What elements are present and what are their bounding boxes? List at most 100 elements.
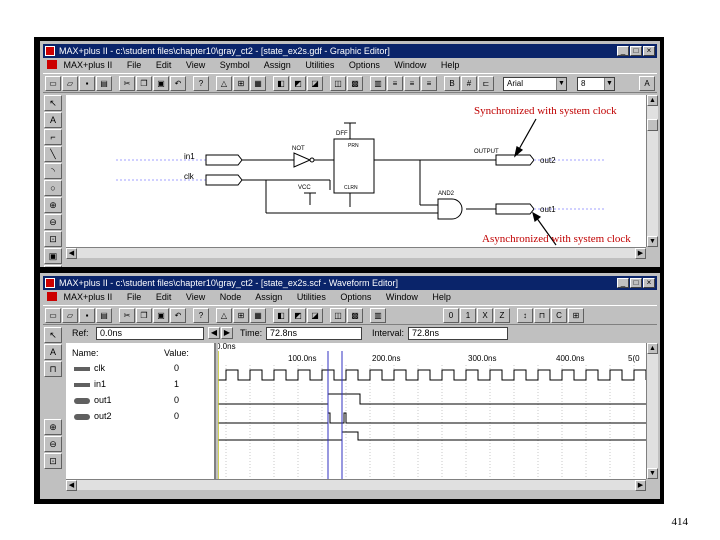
menu-assign[interactable]: Assign bbox=[264, 60, 291, 70]
size-combo[interactable]: 8 ▼ bbox=[577, 77, 615, 91]
project-save-icon[interactable]: ◧ bbox=[273, 308, 289, 323]
hierarchy-icon[interactable]: ⊞ bbox=[233, 308, 249, 323]
next-transition-icon[interactable]: ▶ bbox=[221, 327, 233, 339]
save-icon[interactable]: ▪ bbox=[79, 76, 95, 91]
chevron-down-icon[interactable]: ▼ bbox=[604, 78, 614, 90]
programmer-icon[interactable]: ▩ bbox=[347, 308, 363, 323]
not-gate[interactable]: NOT bbox=[292, 146, 315, 168]
and-gate[interactable]: AND2 bbox=[437, 191, 463, 220]
scroll-thumb[interactable] bbox=[647, 119, 658, 131]
floorplan-icon[interactable]: ▦ bbox=[250, 308, 266, 323]
interval-field[interactable]: 72.8ns bbox=[408, 327, 508, 340]
font-combo[interactable]: Arial ▼ bbox=[503, 77, 567, 91]
scroll-down-icon[interactable]: ▼ bbox=[647, 236, 658, 247]
print-icon[interactable]: ▤ bbox=[96, 76, 112, 91]
bold-icon[interactable]: B bbox=[444, 76, 460, 91]
align-left-icon[interactable]: ≡ bbox=[387, 76, 403, 91]
orthogonal-line-icon[interactable]: ⌐ bbox=[44, 129, 62, 145]
fit-in-window-icon[interactable]: ⊡ bbox=[44, 231, 62, 247]
cut-icon[interactable]: ✂ bbox=[119, 76, 135, 91]
scroll-right-icon[interactable]: ▶ bbox=[635, 480, 646, 491]
menu-maxplus[interactable]: MAX+plus II bbox=[64, 60, 113, 70]
waveform-editor-titlebar[interactable]: MAX+plus II - c:\student files\chapter10… bbox=[43, 276, 657, 290]
print-icon[interactable]: ▤ bbox=[96, 308, 112, 323]
hierarchy-display-icon[interactable]: ▥ bbox=[370, 308, 386, 323]
scroll-down-icon[interactable]: ▼ bbox=[647, 468, 658, 479]
minimize-button[interactable]: _ bbox=[617, 46, 629, 56]
fit-in-window-icon[interactable]: ⊡ bbox=[44, 453, 62, 469]
arc-tool-icon[interactable]: ◝ bbox=[44, 163, 62, 179]
signal-row-out2[interactable]: out2 0 bbox=[66, 409, 214, 425]
maximize-button[interactable]: □ bbox=[630, 278, 642, 288]
overwrite-count-icon[interactable]: C bbox=[551, 308, 567, 323]
open-file-icon[interactable]: ▱ bbox=[62, 76, 78, 91]
compile-icon[interactable]: ◩ bbox=[290, 308, 306, 323]
timing-icon[interactable]: ◫ bbox=[330, 308, 346, 323]
connect-icon[interactable]: ⊥ bbox=[44, 265, 62, 267]
graphic-vertical-scrollbar[interactable]: ▲ ▼ bbox=[646, 95, 658, 247]
new-file-icon[interactable]: ▭ bbox=[45, 76, 61, 91]
menu-edit[interactable]: Edit bbox=[156, 292, 172, 302]
scroll-up-icon[interactable]: ▲ bbox=[647, 95, 658, 106]
copy-icon[interactable]: ❐ bbox=[136, 308, 152, 323]
menu-window[interactable]: Window bbox=[394, 60, 426, 70]
invert-icon[interactable]: ↕ bbox=[517, 308, 533, 323]
hierarchy-icon[interactable]: ⊞ bbox=[233, 76, 249, 91]
help-icon[interactable]: ? bbox=[193, 308, 209, 323]
scroll-left-icon[interactable]: ◀ bbox=[66, 248, 77, 259]
save-icon[interactable]: ▪ bbox=[79, 308, 95, 323]
maximize-button[interactable]: □ bbox=[630, 46, 642, 56]
input-pin-clk[interactable]: clk bbox=[116, 172, 243, 186]
menu-utilities[interactable]: Utilities bbox=[305, 60, 334, 70]
prev-transition-icon[interactable]: ◀ bbox=[208, 327, 220, 339]
graphic-horizontal-scrollbar[interactable]: ◀ ▶ bbox=[66, 247, 646, 259]
circle-tool-icon[interactable]: ○ bbox=[44, 180, 62, 196]
align-center-icon[interactable]: ≡ bbox=[404, 76, 420, 91]
scroll-left-icon[interactable]: ◀ bbox=[66, 480, 77, 491]
waveform-canvas[interactable]: 0.0ns 100.0ns 200.0ns 300.0ns 400.0ns 5(… bbox=[218, 343, 646, 479]
grid-icon[interactable]: # bbox=[461, 76, 477, 91]
menu-file[interactable]: File bbox=[127, 60, 142, 70]
close-button[interactable]: × bbox=[643, 278, 655, 288]
compile-icon[interactable]: ◩ bbox=[290, 76, 306, 91]
overwrite-high-icon[interactable]: 1 bbox=[460, 308, 476, 323]
menu-view[interactable]: View bbox=[186, 60, 205, 70]
paste-icon[interactable]: ▣ bbox=[153, 76, 169, 91]
waveform-draw-icon[interactable]: ⊓ bbox=[44, 361, 62, 377]
waveform-vertical-scrollbar[interactable]: ▲ ▼ bbox=[646, 343, 658, 479]
schematic-canvas[interactable]: in1 clk NOT DFF PRN CLRN VCC AND2 out2 O… bbox=[66, 95, 646, 247]
undo-icon[interactable]: ↶ bbox=[170, 308, 186, 323]
minimize-button[interactable]: _ bbox=[617, 278, 629, 288]
scroll-right-icon[interactable]: ▶ bbox=[635, 248, 646, 259]
menu-file[interactable]: File bbox=[127, 292, 142, 302]
rubberband-icon[interactable]: ▣ bbox=[44, 248, 62, 264]
zoom-in-icon[interactable]: ⊕ bbox=[44, 419, 62, 435]
scroll-up-icon[interactable]: ▲ bbox=[647, 343, 658, 354]
hierarchy-up-icon[interactable]: △ bbox=[216, 308, 232, 323]
diagonal-line-icon[interactable]: ╲ bbox=[44, 146, 62, 162]
menu-node[interactable]: Node bbox=[220, 292, 242, 302]
simulate-icon[interactable]: ◪ bbox=[307, 76, 323, 91]
close-button[interactable]: × bbox=[643, 46, 655, 56]
align-right-icon[interactable]: ≡ bbox=[421, 76, 437, 91]
menu-assign[interactable]: Assign bbox=[255, 292, 282, 302]
open-file-icon[interactable]: ▱ bbox=[62, 308, 78, 323]
undo-icon[interactable]: ↶ bbox=[170, 76, 186, 91]
signal-row-in1[interactable]: in1 1 bbox=[66, 377, 214, 393]
waveform-horizontal-scrollbar[interactable]: ◀ ▶ bbox=[66, 479, 646, 491]
snap-grid-icon[interactable]: ⊞ bbox=[568, 308, 584, 323]
menu-edit[interactable]: Edit bbox=[156, 60, 172, 70]
menu-utilities[interactable]: Utilities bbox=[297, 292, 326, 302]
simulate-icon[interactable]: ◪ bbox=[307, 308, 323, 323]
select-arrow-icon[interactable]: ↖ bbox=[44, 327, 62, 343]
copy-icon[interactable]: ❐ bbox=[136, 76, 152, 91]
dff-block[interactable]: DFF PRN CLRN bbox=[333, 131, 375, 194]
signal-row-clk[interactable]: clk 0 bbox=[66, 361, 214, 377]
symbol-icon[interactable]: ⊏ bbox=[478, 76, 494, 91]
help-icon[interactable]: ? bbox=[193, 76, 209, 91]
ref-field[interactable]: 0.0ns bbox=[96, 327, 204, 340]
text-tool-icon[interactable]: A bbox=[44, 344, 62, 360]
output-pin-out2[interactable]: out2 OUTPUT bbox=[474, 149, 606, 166]
project-save-icon[interactable]: ◧ bbox=[273, 76, 289, 91]
programmer-icon[interactable]: ▩ bbox=[347, 76, 363, 91]
